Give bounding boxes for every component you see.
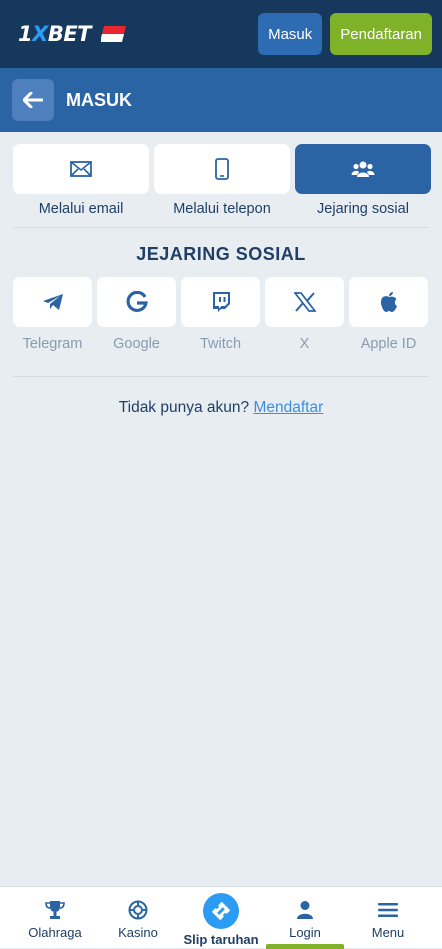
tab-phone-box[interactable] — [154, 144, 290, 194]
nav-menu[interactable]: Menu — [346, 887, 430, 949]
tab-social-label: Jejaring sosial — [317, 201, 409, 217]
user-icon — [297, 901, 313, 919]
x-button[interactable] — [265, 277, 344, 327]
indonesia-flag-icon — [101, 26, 127, 42]
login-panel: Melalui email Melalui telepon Jejaring s… — [2, 132, 440, 886]
tab-email-box[interactable] — [13, 144, 149, 194]
apple-icon — [380, 292, 397, 312]
nav-casino-label: Kasino — [118, 925, 158, 940]
telegram-icon — [42, 294, 63, 310]
casino-chip-icon — [128, 900, 148, 920]
social-x[interactable]: X — [265, 277, 344, 352]
divider — [13, 227, 429, 228]
ticket-icon — [211, 901, 231, 921]
social-login-list: Telegram Google Twitch X Apple ID — [13, 277, 428, 352]
twitch-button[interactable] — [181, 277, 260, 327]
nav-login-label: Login — [289, 925, 321, 940]
tab-social[interactable]: Jejaring sosial — [295, 144, 431, 217]
no-account-row: Tidak punya akun? Mendaftar — [2, 399, 440, 417]
social-twitch[interactable]: Twitch — [181, 277, 260, 352]
logo[interactable]: 1XBET — [18, 22, 92, 46]
apple-button[interactable] — [349, 277, 428, 327]
divider — [13, 376, 429, 377]
nav-login[interactable]: Login — [263, 887, 347, 949]
nav-sports[interactable]: Olahraga — [13, 887, 97, 949]
google-icon — [126, 291, 148, 312]
logo-prefix: 1 — [18, 22, 33, 46]
users-icon — [351, 161, 375, 177]
twitch-label: Twitch — [199, 336, 242, 352]
x-label: X — [299, 336, 310, 352]
nav-active-indicator — [266, 944, 344, 949]
tab-phone[interactable]: Melalui telepon — [154, 144, 290, 217]
tab-phone-label: Melalui telepon — [173, 201, 271, 217]
title-bar: MASUK — [0, 68, 442, 132]
page-title: MASUK — [66, 89, 132, 110]
telegram-label: Telegram — [22, 336, 83, 352]
bottom-nav: Olahraga Kasino Slip taruhan Login Menu — [0, 886, 442, 949]
tab-email-label: Melalui email — [38, 201, 124, 217]
register-button[interactable]: Pendaftaran — [330, 13, 432, 55]
brand[interactable]: 1XBET — [18, 22, 127, 46]
back-button[interactable] — [12, 79, 54, 121]
logo-x: X — [32, 22, 48, 46]
nav-menu-label: Menu — [371, 925, 405, 940]
social-heading: JEJARING SOSIAL — [136, 244, 306, 264]
login-button[interactable]: Masuk — [258, 13, 323, 55]
arrow-left-icon — [23, 92, 43, 108]
trophy-icon — [45, 901, 65, 919]
top-bar: 1XBET Masuk Pendaftaran — [0, 0, 442, 68]
login-method-tabs: Melalui email Melalui telepon Jejaring s… — [13, 144, 431, 217]
betslip-circle[interactable] — [203, 893, 239, 929]
nav-betslip-label: Slip taruhan — [183, 932, 259, 947]
social-telegram[interactable]: Telegram — [13, 277, 92, 352]
nav-casino[interactable]: Kasino — [96, 887, 180, 949]
social-apple[interactable]: Apple ID — [349, 277, 428, 352]
x-icon — [293, 292, 316, 312]
nav-sports-label: Olahraga — [28, 925, 82, 940]
telegram-button[interactable] — [13, 277, 92, 327]
apple-label: Apple ID — [360, 336, 417, 352]
tab-social-box[interactable] — [295, 144, 431, 194]
google-label: Google — [113, 336, 160, 352]
phone-icon — [215, 158, 229, 180]
google-button[interactable] — [97, 277, 176, 327]
nav-betslip[interactable]: Slip taruhan — [179, 887, 263, 949]
twitch-icon — [212, 292, 230, 312]
hamburger-icon — [378, 903, 398, 917]
envelope-icon — [70, 161, 92, 177]
register-link[interactable]: Mendaftar — [253, 399, 323, 416]
tab-email[interactable]: Melalui email — [13, 144, 149, 217]
logo-suffix: BET — [47, 22, 92, 46]
no-account-text: Tidak punya akun? — [118, 399, 250, 416]
social-google[interactable]: Google — [97, 277, 176, 352]
